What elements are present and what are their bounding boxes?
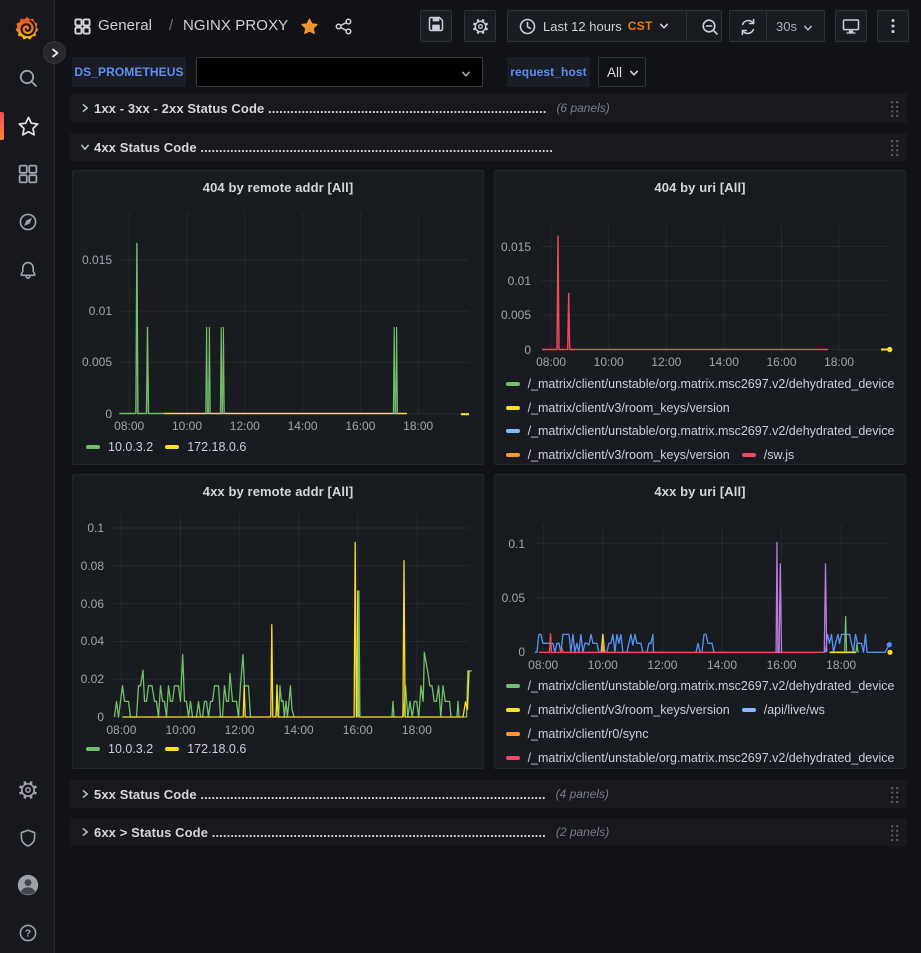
- svg-text:?: ?: [25, 928, 31, 940]
